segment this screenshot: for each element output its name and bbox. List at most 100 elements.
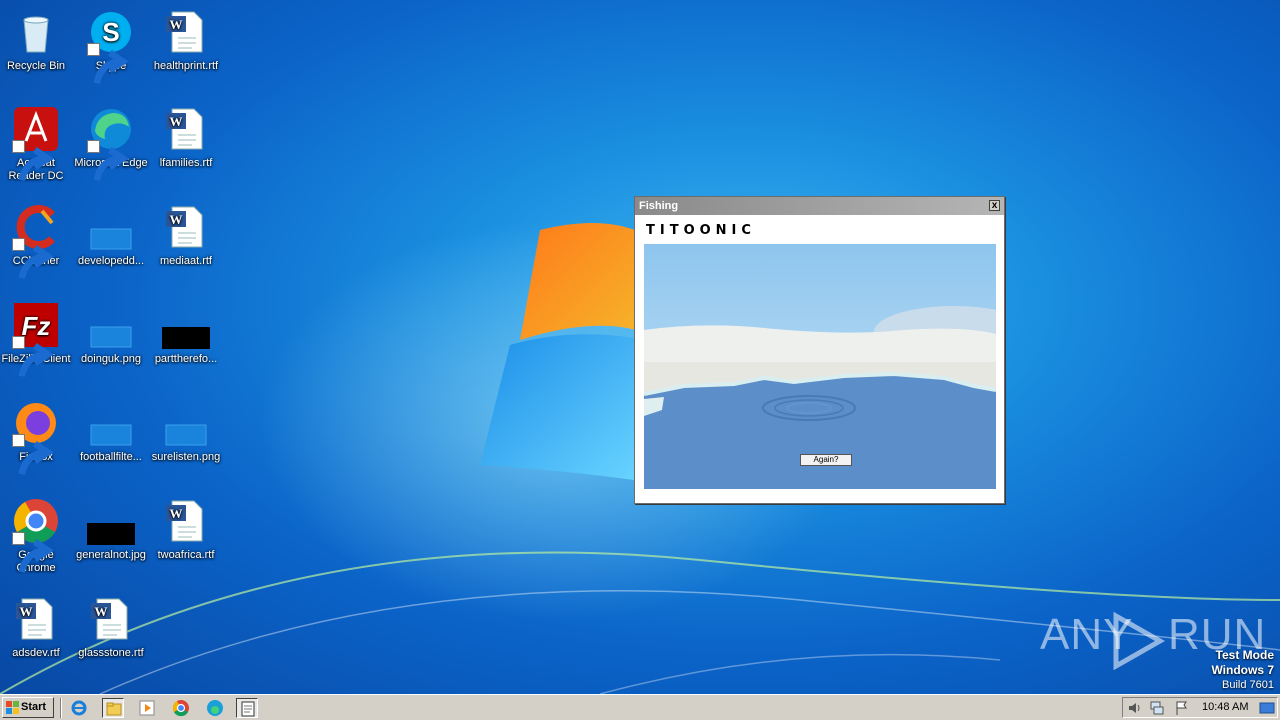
desktop-icon-label: generalnot.jpg: [76, 549, 146, 561]
desktop-icon[interactable]: surelisten.png: [148, 399, 224, 464]
media-player-icon: [139, 700, 155, 716]
desktop-icon[interactable]: CCleaner: [0, 203, 74, 280]
desktop-icon-label: parttherefo...: [154, 353, 218, 365]
word-document-icon: W: [162, 203, 210, 251]
ice-lake-scene: [644, 244, 996, 489]
build-label: Build 7601: [1222, 679, 1274, 691]
play-logo-icon: [1113, 612, 1166, 670]
explorer-icon: [106, 702, 122, 716]
taskbar-edge[interactable]: [204, 698, 226, 718]
fishing-window[interactable]: Fishing x TITOONIC Again?: [634, 196, 1005, 504]
show-desktop-icon: [1259, 702, 1275, 714]
image-file-icon: [87, 497, 135, 545]
svg-text:S: S: [102, 17, 119, 47]
start-button[interactable]: Start: [2, 697, 54, 718]
volume-icon: [1129, 703, 1140, 713]
desktop-icon[interactable]: footballfilte...: [73, 399, 149, 464]
desktop-icon[interactable]: Wlfamilies.rtf: [148, 105, 224, 170]
game-scene[interactable]: Again?: [644, 244, 996, 489]
shortcut-arrow-icon: [87, 43, 129, 85]
desktop-icon-label: developedd...: [77, 255, 145, 267]
tray-network[interactable]: [1149, 700, 1165, 716]
tray-show-desktop[interactable]: [1259, 700, 1275, 716]
desktop-icon[interactable]: parttherefo...: [148, 301, 224, 366]
shortcut-arrow-icon: [12, 238, 54, 280]
taskbar-media-player[interactable]: [136, 698, 158, 718]
desktop-icon-label: adsdev.rtf: [12, 647, 60, 659]
taskbar: Start 10:48 AM: [0, 694, 1280, 720]
word-document-icon: W: [162, 8, 210, 56]
windows-logo-icon: [6, 701, 19, 714]
desktop-icon[interactable]: Firefox: [0, 399, 74, 476]
svg-text:W: W: [170, 17, 183, 32]
desktop-icon-label: lfamilies.rtf: [159, 157, 213, 169]
desktop-icon[interactable]: Wmediaat.rtf: [148, 203, 224, 268]
desktop-icon[interactable]: Microsoft Edge: [73, 105, 149, 182]
desktop-icon[interactable]: Wadsdev.rtf: [0, 595, 74, 660]
desktop-icon-label: surelisten.png: [151, 451, 221, 463]
start-label: Start: [21, 701, 47, 713]
tray-action-center[interactable]: [1173, 700, 1189, 716]
network-icon: [1150, 701, 1164, 715]
image-file-icon: [162, 399, 210, 447]
taskbar-ie[interactable]: [68, 698, 90, 718]
shortcut-arrow-icon: [12, 532, 54, 574]
taskbar-chrome[interactable]: [170, 698, 192, 718]
ccleaner-icon: [12, 203, 60, 280]
svg-text:W: W: [170, 506, 183, 521]
desktop-icon-label: Recycle Bin: [6, 60, 66, 72]
desktop-icon-label: twoafrica.rtf: [157, 549, 215, 561]
desktop-icon[interactable]: Wglassstone.rtf: [73, 595, 149, 660]
system-tray: 10:48 AM: [1122, 697, 1278, 718]
desktop-icon-label: footballfilte...: [80, 451, 142, 463]
svg-text:W: W: [20, 604, 33, 619]
desktop-icon[interactable]: Recycle Bin: [0, 8, 74, 73]
desktop-icon[interactable]: Acrobat Reader DC: [0, 105, 74, 183]
taskbar-notepad[interactable]: [236, 698, 258, 718]
brand-logo: TITOONIC: [646, 223, 756, 238]
clock[interactable]: 10:48 AM: [1202, 698, 1248, 717]
test-mode-label: Test Mode: [1215, 648, 1274, 662]
chrome-icon: [172, 700, 189, 717]
word-document-icon: W: [162, 105, 210, 153]
again-button[interactable]: Again?: [800, 454, 852, 466]
desktop-icon[interactable]: Whealthprint.rtf: [148, 8, 224, 73]
tray-volume[interactable]: [1127, 700, 1143, 716]
image-file-icon: [87, 301, 135, 349]
firefox-icon: [12, 399, 60, 476]
desktop-icon-label: doinguk.png: [81, 353, 141, 365]
image-file-icon: [87, 399, 135, 447]
windows-version-label: Windows 7: [1211, 663, 1274, 677]
desktop-icon[interactable]: doinguk.png: [73, 301, 149, 366]
edge-icon: [87, 105, 135, 182]
close-button[interactable]: x: [989, 200, 1000, 211]
taskbar-separator: [60, 698, 62, 718]
ie-icon: [71, 700, 87, 716]
desktop-icon[interactable]: Wtwoafrica.rtf: [148, 497, 224, 562]
action-center-flag-icon: [1176, 701, 1187, 715]
desktop-icon[interactable]: Fz FileZilla Client: [0, 301, 74, 378]
recycle-bin-icon: [12, 8, 60, 56]
image-file-icon: [87, 203, 135, 251]
shortcut-arrow-icon: [12, 434, 54, 476]
image-file-icon: [162, 301, 210, 349]
word-document-icon: W: [162, 497, 210, 545]
word-document-icon: W: [87, 595, 135, 643]
desktop-icon[interactable]: Google Chrome: [0, 497, 74, 575]
svg-text:W: W: [170, 212, 183, 227]
edge-icon: [207, 700, 223, 716]
svg-text:W: W: [170, 114, 183, 129]
chrome-icon: [12, 497, 60, 574]
acrobat-reader-icon: [12, 105, 60, 182]
filezilla-icon: Fz: [12, 301, 60, 378]
taskbar-explorer[interactable]: [102, 698, 124, 718]
shortcut-arrow-icon: [12, 140, 54, 182]
desktop-icon-label: healthprint.rtf: [153, 60, 219, 72]
desktop-icon[interactable]: S Skype: [73, 8, 149, 85]
desktop-icon[interactable]: generalnot.jpg: [73, 497, 149, 562]
svg-text:W: W: [95, 604, 108, 619]
shortcut-arrow-icon: [87, 140, 129, 182]
window-titlebar[interactable]: Fishing x: [635, 197, 1004, 215]
desktop-icon[interactable]: developedd...: [73, 203, 149, 268]
window-title: Fishing: [639, 200, 679, 212]
